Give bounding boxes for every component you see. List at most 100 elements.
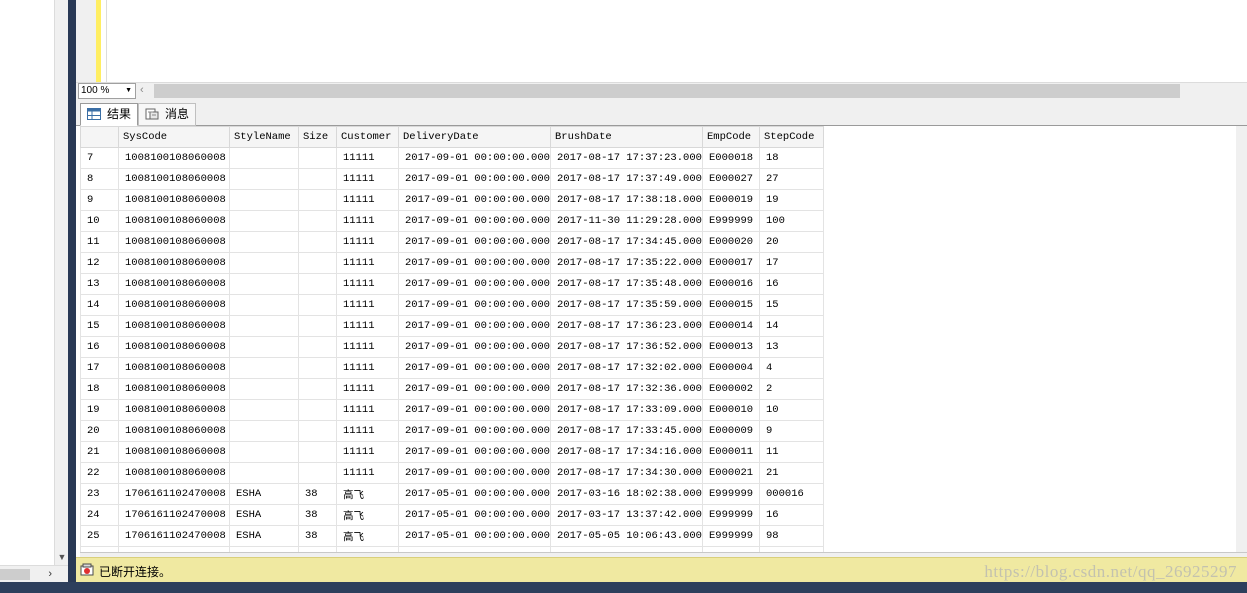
grid-cell[interactable]: 10 [759,399,824,421]
grid-cell[interactable]: 2017-08-17 17:36:23.000 [550,315,703,337]
grid-cell[interactable] [298,441,337,463]
grid-cell[interactable]: E000015 [702,294,760,316]
object-explorer-horizontal-scrollbar[interactable]: › [0,565,68,583]
grid-cell[interactable]: 11111 [336,252,399,274]
table-row[interactable]: 17 1008100108060008 11111 2017-09-01 00:00:… [80,357,824,379]
grid-cell[interactable]: 11111 [336,210,399,232]
grid-cell[interactable]: 1008100108060008 [118,315,230,337]
table-row[interactable]: 20 1008100108060008 11111 2017-09-01 00:00:… [80,420,824,442]
grid-cell[interactable]: E000019 [702,189,760,211]
grid-cell[interactable]: 2017-09-01 00:00:00.000 [398,315,551,337]
grid-cell[interactable]: E999999 [702,525,760,547]
table-row[interactable]: 12 1008100108060008 11111 2017-09-01 00:00:… [80,252,824,274]
grid-cell[interactable] [298,168,337,190]
row-number-cell[interactable]: 15 [80,315,119,337]
grid-cell[interactable]: E000021 [702,462,760,484]
row-number-cell[interactable]: 12 [80,252,119,274]
grid-cell[interactable]: 2017-09-01 00:00:00.000 [398,273,551,295]
grid-cell[interactable] [298,210,337,232]
grid-cell[interactable]: 21 [759,462,824,484]
grid-cell[interactable]: E999999 [702,504,760,526]
grid-cell[interactable]: 98 [759,525,824,547]
column-header-brushdate[interactable]: BrushDate [550,126,703,148]
grid-cell[interactable]: 1008100108060008 [118,231,230,253]
grid-cell[interactable]: 100 [759,210,824,232]
row-number-cell[interactable]: 9 [80,189,119,211]
grid-cell[interactable]: 13 [759,336,824,358]
grid-cell[interactable]: 11111 [336,231,399,253]
grid-cell[interactable] [229,420,299,442]
table-row[interactable]: 18 1008100108060008 11111 2017-09-01 00:00:… [80,378,824,400]
grid-cell[interactable]: 2017-03-17 13:37:42.000 [550,504,703,526]
grid-cell[interactable]: E000004 [702,357,760,379]
grid-cell[interactable]: 2 [759,378,824,400]
grid-cell[interactable]: 1008100108060008 [118,336,230,358]
grid-cell[interactable]: 38 [298,525,337,547]
grid-cell[interactable]: 1008100108060008 [118,210,230,232]
grid-cell[interactable] [298,357,337,379]
grid-cell[interactable] [298,420,337,442]
tab-results[interactable]: 结果 [80,103,139,126]
grid-cell[interactable] [298,189,337,211]
grid-cell[interactable]: 16 [759,504,824,526]
row-number-cell[interactable]: 25 [80,525,119,547]
column-header-stylename[interactable]: StyleName [229,126,299,148]
grid-cell[interactable]: 2017-09-01 00:00:00.000 [398,336,551,358]
grid-cell[interactable]: 2017-09-01 00:00:00.000 [398,378,551,400]
grid-cell[interactable]: ESHA [229,525,299,547]
row-number-cell[interactable]: 18 [80,378,119,400]
query-editor[interactable] [76,0,1247,82]
grid-cell[interactable] [229,147,299,169]
row-number-cell[interactable]: 24 [80,504,119,526]
grid-cell[interactable] [229,294,299,316]
grid-cell[interactable]: 2017-08-17 17:33:09.000 [550,399,703,421]
grid-cell[interactable]: 38 [298,504,337,526]
row-number-cell[interactable]: 22 [80,462,119,484]
grid-cell[interactable]: 2017-09-01 00:00:00.000 [398,462,551,484]
column-header-stepcode[interactable]: StepCode [759,126,824,148]
grid-cell[interactable]: E000002 [702,378,760,400]
grid-cell[interactable]: 2017-08-17 17:34:45.000 [550,231,703,253]
grid-cell[interactable] [298,252,337,274]
grid-cell[interactable]: 2017-09-01 00:00:00.000 [398,168,551,190]
column-header-empcode[interactable]: EmpCode [702,126,760,148]
results-grid[interactable]: SysCode StyleName Size Customer DeliveryDate… [80,126,1247,552]
table-row[interactable]: 15 1008100108060008 11111 2017-09-01 00:00:… [80,315,824,337]
grid-cell[interactable]: E000018 [702,147,760,169]
grid-cell[interactable] [229,189,299,211]
scroll-right-arrow-icon[interactable]: › [48,568,52,580]
table-row[interactable]: 25 1706161102470008 ESHA 38 高飞 2017-05-01 00:… [80,525,824,547]
grid-cell[interactable]: 11111 [336,336,399,358]
grid-cell[interactable]: 11111 [336,315,399,337]
grid-cell[interactable]: 1008100108060008 [118,462,230,484]
table-row[interactable]: 21 1008100108060008 11111 2017-09-01 00:00:… [80,441,824,463]
grid-cell[interactable]: 2017-09-01 00:00:00.000 [398,399,551,421]
grid-cell[interactable]: 11111 [336,462,399,484]
grid-cell[interactable]: E000027 [702,168,760,190]
grid-cell[interactable]: 1008100108060008 [118,420,230,442]
grid-cell[interactable]: 9 [759,420,824,442]
grid-cell[interactable]: 1008100108060008 [118,357,230,379]
grid-cell[interactable]: 15 [759,294,824,316]
grid-cell[interactable]: 2017-08-17 17:36:52.000 [550,336,703,358]
row-number-cell[interactable]: 23 [80,483,119,505]
grid-cell[interactable]: 11111 [336,441,399,463]
grid-cell[interactable] [298,315,337,337]
grid-cell[interactable]: 4 [759,357,824,379]
grid-cell[interactable] [298,399,337,421]
grid-cell[interactable] [298,378,337,400]
grid-cell[interactable] [298,273,337,295]
grid-cell[interactable] [298,231,337,253]
grid-cell[interactable]: 2017-09-01 00:00:00.000 [398,147,551,169]
grid-cell[interactable]: 1706161102470008 [118,525,230,547]
grid-cell[interactable]: 11111 [336,399,399,421]
grid-cell[interactable]: 18 [759,147,824,169]
table-row[interactable]: 9 1008100108060008 11111 2017-09-01 00:00:0… [80,189,824,211]
grid-cell[interactable]: 1008100108060008 [118,441,230,463]
grid-cell[interactable]: 1008100108060008 [118,147,230,169]
grid-cell[interactable]: 2017-05-01 00:00:00.000 [398,504,551,526]
grid-cell[interactable]: 1706161102470008 [118,504,230,526]
grid-cell[interactable]: 2017-11-30 11:29:28.000 [550,210,703,232]
grid-cell[interactable]: 11111 [336,357,399,379]
grid-cell[interactable]: E999999 [702,483,760,505]
